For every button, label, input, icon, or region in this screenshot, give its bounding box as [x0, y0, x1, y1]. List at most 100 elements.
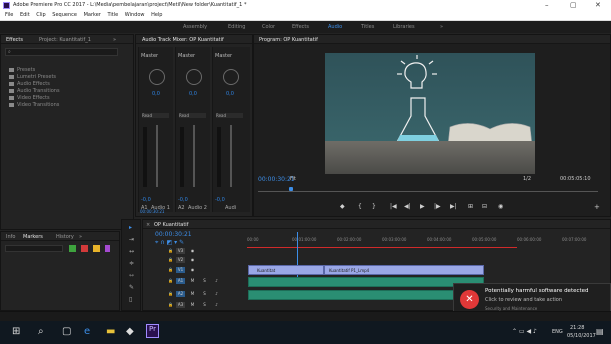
panel-more-button[interactable]: »	[113, 37, 116, 43]
effects-search-input[interactable]: ⌕	[5, 48, 118, 56]
ripple-edit-tool-icon[interactable]: ↔	[129, 248, 134, 255]
mute-button[interactable]: M	[188, 291, 197, 297]
clock-time[interactable]: 21:28	[570, 325, 584, 331]
monitor-playhead[interactable]	[289, 187, 293, 191]
add-button[interactable]: +	[594, 203, 600, 211]
marker-color-red[interactable]	[81, 245, 88, 252]
menu-file[interactable]: File	[5, 11, 13, 20]
pan-knob[interactable]	[223, 69, 239, 85]
workspace-libraries[interactable]: Libraries	[393, 24, 415, 30]
close-button[interactable]: ✕	[595, 1, 601, 9]
close-icon[interactable]: ×	[146, 222, 150, 228]
marker-color-purple[interactable]	[105, 245, 110, 252]
list-item[interactable]: Audio Effects	[9, 81, 50, 87]
monitor-scrubber[interactable]	[258, 191, 598, 192]
menu-help[interactable]: Help	[151, 11, 162, 20]
track-header[interactable]: 🔒 V3 ◉	[166, 247, 246, 255]
track-header[interactable]: 🔒 A2 M S ♪	[166, 290, 246, 298]
solo-button[interactable]: S	[200, 302, 209, 308]
export-frame-button[interactable]: ◉	[498, 203, 503, 210]
tab-effects[interactable]: Effects	[6, 37, 23, 43]
minimize-button[interactable]: –	[545, 1, 549, 9]
pen-tool-icon[interactable]: ✎	[129, 284, 134, 291]
track-target-button[interactable]: V1	[176, 267, 185, 273]
markers-search-input[interactable]	[5, 245, 63, 252]
notifications-icon[interactable]: ▤	[596, 327, 604, 336]
channel-output[interactable]: Master	[178, 53, 195, 59]
workspace-audio[interactable]: Audio	[328, 24, 342, 30]
track-target-button[interactable]: A2	[176, 291, 185, 297]
menu-sequence[interactable]: Sequence	[52, 11, 77, 20]
mute-button[interactable]: M	[188, 278, 197, 284]
eye-icon[interactable]: ◉	[188, 248, 197, 254]
clock-date[interactable]: 05/10/2017	[567, 333, 596, 339]
solo-button[interactable]: S	[200, 278, 209, 284]
menu-clip[interactable]: Clip	[36, 11, 45, 20]
microphone-icon[interactable]: ♪	[212, 291, 221, 297]
workspace-assembly[interactable]: Assembly	[183, 24, 207, 30]
track-select-tool-icon[interactable]: ⇥	[129, 236, 134, 243]
track-header[interactable]: 🔒 A1 M S ♪	[166, 277, 246, 285]
mixer-timecode[interactable]: 00:00:30:21	[140, 209, 164, 214]
track-header[interactable]: 🔒 V1 ◉	[166, 266, 246, 274]
timeline-timecode[interactable]: 00:00:30:21	[155, 231, 192, 238]
go-to-out-button[interactable]: ▶|	[450, 203, 457, 210]
windows-start-icon[interactable]: ⊞	[12, 326, 20, 337]
workspace-more-button[interactable]: »	[440, 24, 443, 30]
video-clip[interactable]: Kuantitat	[248, 265, 324, 275]
lock-icon[interactable]: 🔒	[166, 302, 175, 308]
list-item[interactable]: Lumetri Presets	[9, 74, 56, 80]
list-item[interactable]: Presets	[9, 67, 35, 73]
menu-window[interactable]: Window	[125, 11, 145, 20]
lift-button[interactable]: ⊞	[468, 203, 473, 210]
workspace-editing[interactable]: Editing	[228, 24, 245, 30]
edge-browser-icon[interactable]: e	[84, 326, 90, 337]
rate-stretch-tool-icon[interactable]: ≑	[129, 260, 134, 267]
audio-clip[interactable]	[248, 290, 484, 300]
tab-markers[interactable]: Markers	[23, 234, 43, 240]
tab-project[interactable]: Project: Kuantitatif_1	[39, 37, 91, 43]
workspace-color[interactable]: Color	[262, 24, 275, 30]
snap-icon[interactable]: ⌖ ∩ ◩ ▾ ✎	[155, 239, 184, 247]
panel-more-button[interactable]: »	[79, 234, 82, 240]
volume-fader[interactable]	[193, 125, 195, 187]
audio-clip[interactable]	[248, 277, 484, 287]
automation-mode[interactable]: Read	[216, 113, 243, 118]
lock-icon[interactable]: 🔒	[166, 267, 175, 273]
track-target-button[interactable]: A1	[176, 278, 185, 284]
list-item[interactable]: Video Effects	[9, 95, 50, 101]
mark-in-button[interactable]: {	[358, 203, 362, 210]
zoom-select[interactable]: Fit	[290, 176, 296, 182]
timeline-ruler[interactable]: 00:00 00:01:00:00 00:02:00:00 00:03:00:00 00…	[247, 235, 607, 244]
pan-knob[interactable]	[149, 69, 165, 85]
marker-color-green[interactable]	[69, 245, 76, 252]
volume-fader[interactable]	[230, 125, 232, 187]
lock-icon[interactable]: 🔒	[166, 257, 175, 263]
solo-button[interactable]: S	[200, 291, 209, 297]
channel-output[interactable]: Master	[215, 53, 232, 59]
language-indicator[interactable]: ENG	[552, 329, 563, 335]
step-forward-button[interactable]: |▶	[434, 203, 441, 210]
resolution-select[interactable]: 1/2	[523, 176, 531, 182]
go-to-in-button[interactable]: |◀	[390, 203, 397, 210]
lock-icon[interactable]: 🔒	[166, 291, 175, 297]
hand-tool-icon[interactable]: ▯	[129, 296, 132, 303]
lock-icon[interactable]: 🔒	[166, 248, 175, 254]
workspace-titles[interactable]: Titles	[361, 24, 374, 30]
video-clip[interactable]: Kuantitatif P1_Lmp4	[324, 265, 484, 275]
track-target-button[interactable]: V3	[176, 248, 185, 254]
list-item[interactable]: Audio Transitions	[9, 88, 60, 94]
mark-out-button[interactable]: }	[372, 203, 376, 210]
file-explorer-icon[interactable]: ▬	[106, 326, 115, 337]
task-view-icon[interactable]: ▢	[62, 326, 71, 337]
premiere-pro-taskbar-icon[interactable]: Pr	[146, 324, 159, 338]
app-icon[interactable]: ◆	[126, 326, 134, 337]
menu-title[interactable]: Title	[107, 11, 118, 20]
lock-icon[interactable]: 🔒	[166, 278, 175, 284]
selection-tool-icon[interactable]: ▸	[129, 224, 132, 231]
tab-info[interactable]: Info	[6, 234, 15, 240]
track-header[interactable]: 🔒 V2 ◉	[166, 256, 246, 264]
tab-history[interactable]: History	[56, 234, 74, 240]
play-button[interactable]: ▶	[420, 203, 425, 210]
automation-mode[interactable]: Read	[142, 113, 169, 118]
